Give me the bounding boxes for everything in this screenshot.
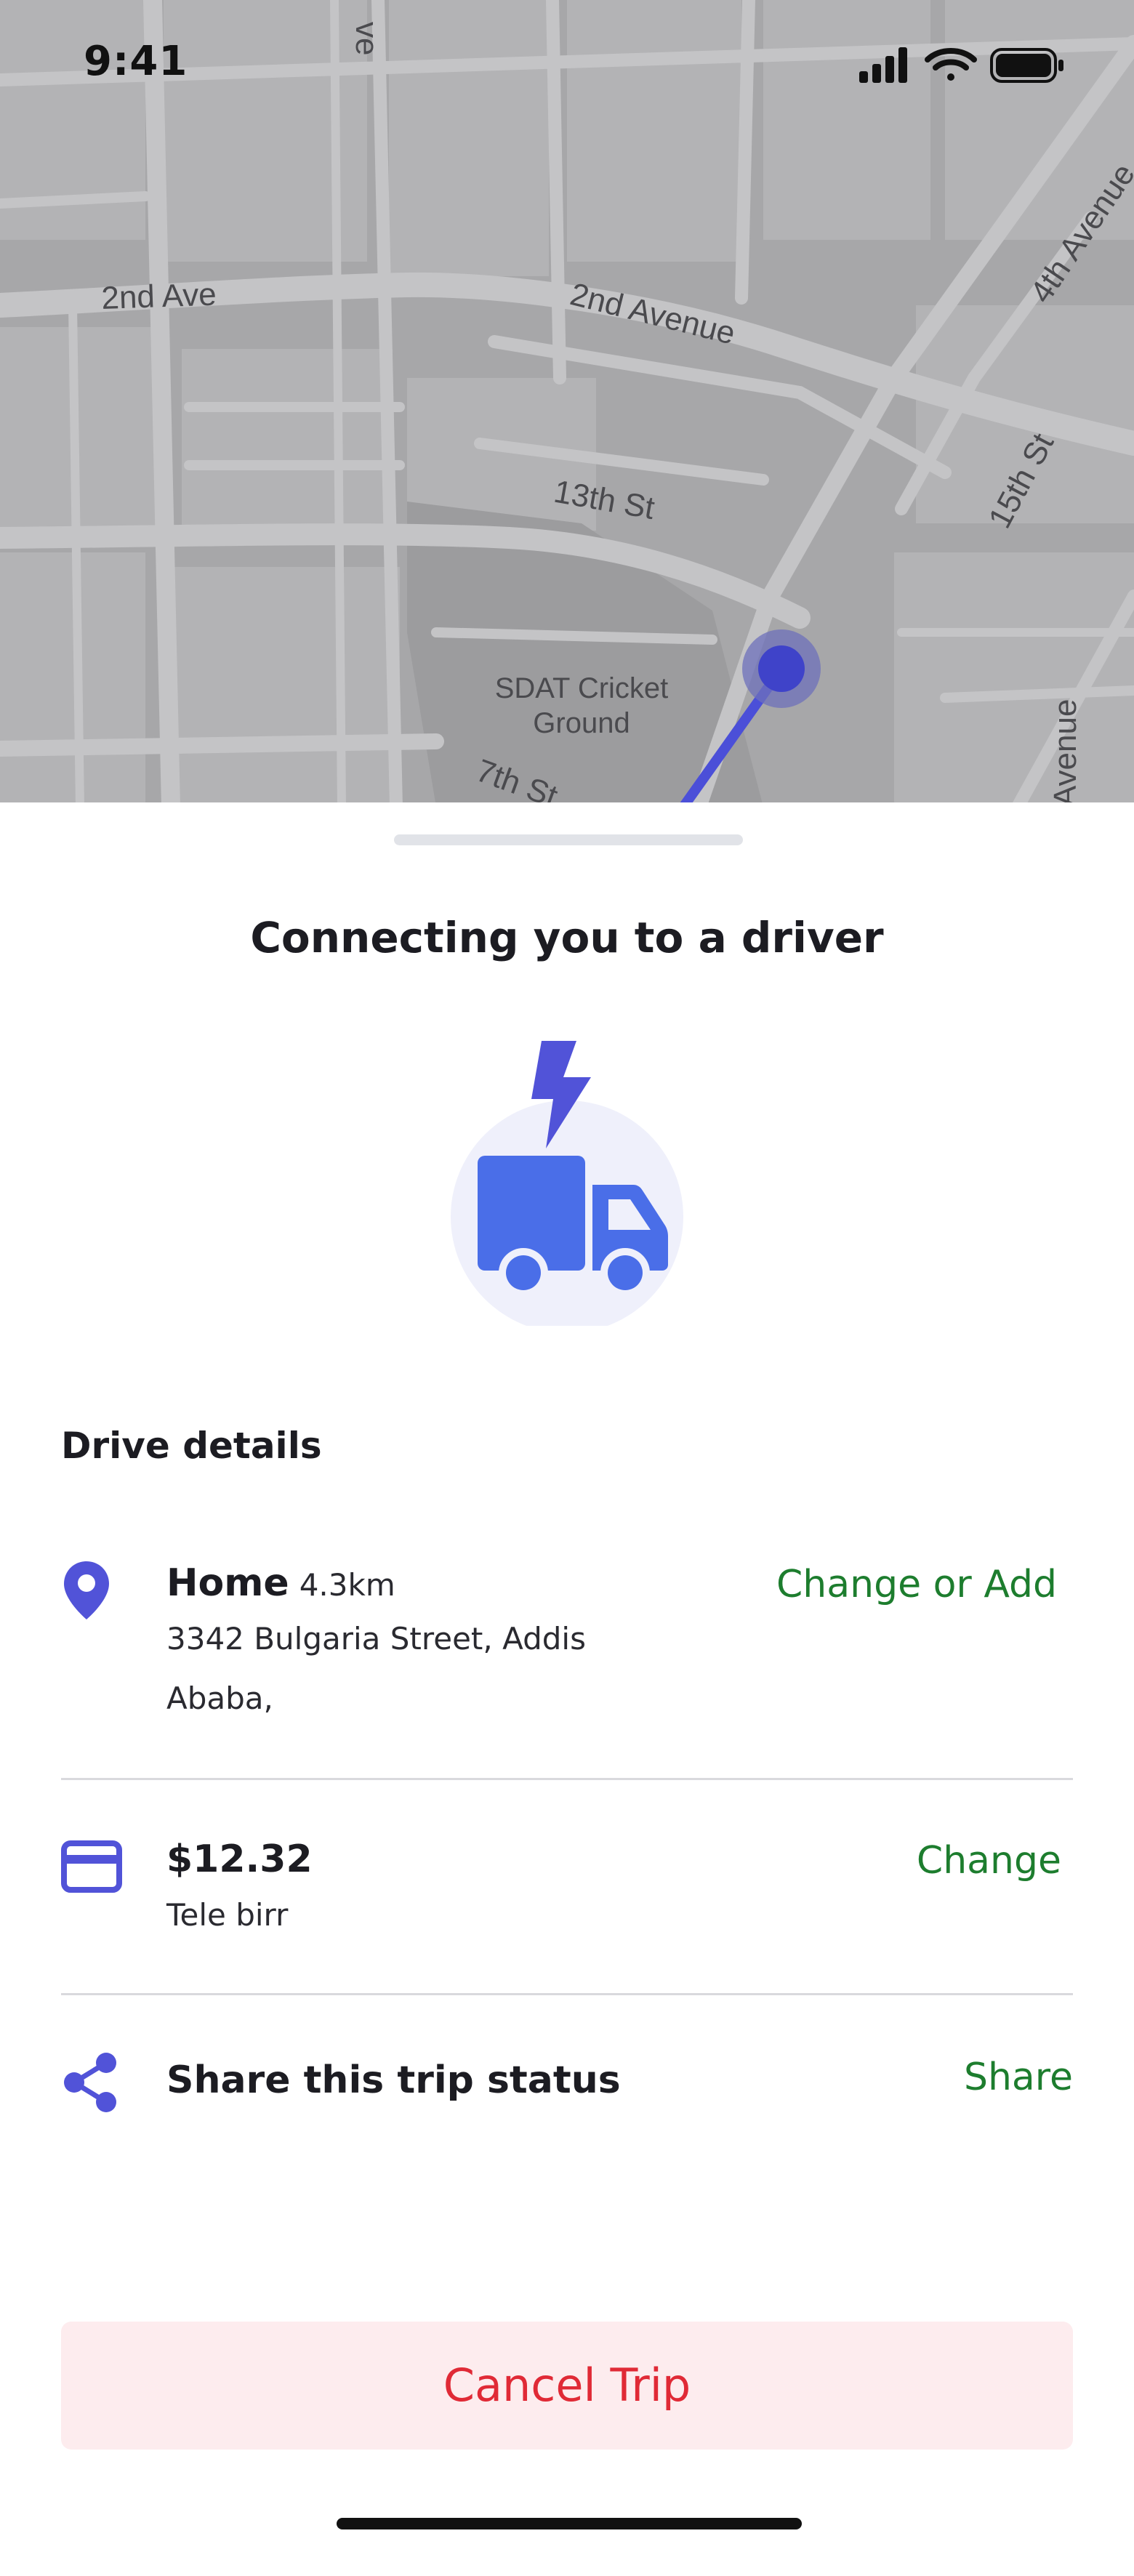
wifi-icon — [925, 48, 977, 81]
location-title: Home 4.3km — [166, 1561, 395, 1605]
divider — [61, 1993, 1073, 1995]
address-line-2: Ababa, — [166, 1681, 273, 1716]
share-title: Share this trip status — [166, 2058, 621, 2102]
signal-icon — [859, 47, 907, 83]
battery-icon — [990, 48, 1063, 83]
map-label-avenue-fragment: Avenue — [1047, 699, 1083, 807]
sheet-title: Connecting you to a driver — [250, 913, 884, 962]
pickup-pin[interactable] — [758, 645, 805, 692]
home-indicator[interactable] — [337, 2518, 802, 2529]
location-address: 3342 Bulgaria Street, Addis Ababa, — [166, 1609, 690, 1728]
map-label-ground: Ground — [533, 707, 630, 739]
cancel-trip-button[interactable]: Cancel Trip — [61, 2322, 1073, 2450]
map-label-2nd-ave: 2nd Ave — [101, 277, 217, 316]
share-row[interactable]: Share this trip status Share — [61, 2045, 1073, 2125]
divider — [61, 1778, 1073, 1780]
share-button[interactable]: Share — [964, 2056, 1073, 2099]
location-pin-icon — [64, 1561, 109, 1619]
drag-handle[interactable] — [394, 834, 743, 845]
map-label-sdat-cricket: SDAT Cricket — [495, 672, 669, 704]
truck-icon — [451, 1041, 683, 1326]
location-distance: 4.3km — [299, 1567, 395, 1603]
address-line-1: 3342 Bulgaria Street, Addis — [166, 1621, 586, 1657]
change-location-button[interactable]: Change or Add — [776, 1563, 1057, 1606]
status-bar: 9:41 — [0, 0, 1134, 124]
change-payment-button[interactable]: Change — [917, 1839, 1061, 1883]
status-time: 9:41 — [84, 38, 188, 85]
trip-bottom-sheet: Connecting you to a driver Drive details… — [0, 802, 1134, 2576]
status-icons — [859, 47, 1063, 83]
credit-card-icon — [61, 1840, 122, 1893]
payment-amount: $12.32 — [166, 1838, 313, 1881]
share-icon — [64, 2053, 116, 2112]
payment-row[interactable]: $12.32 Tele birr Change — [61, 1835, 1073, 1944]
payment-method: Tele birr — [166, 1897, 289, 1933]
drive-details-heading: Drive details — [61, 1425, 322, 1467]
location-row[interactable]: Home 4.3km 3342 Bulgaria Street, Addis Ab… — [61, 1555, 1073, 1766]
map-label-2nd-avenue: 2nd Avenue — [567, 276, 739, 352]
location-name: Home — [166, 1561, 289, 1605]
